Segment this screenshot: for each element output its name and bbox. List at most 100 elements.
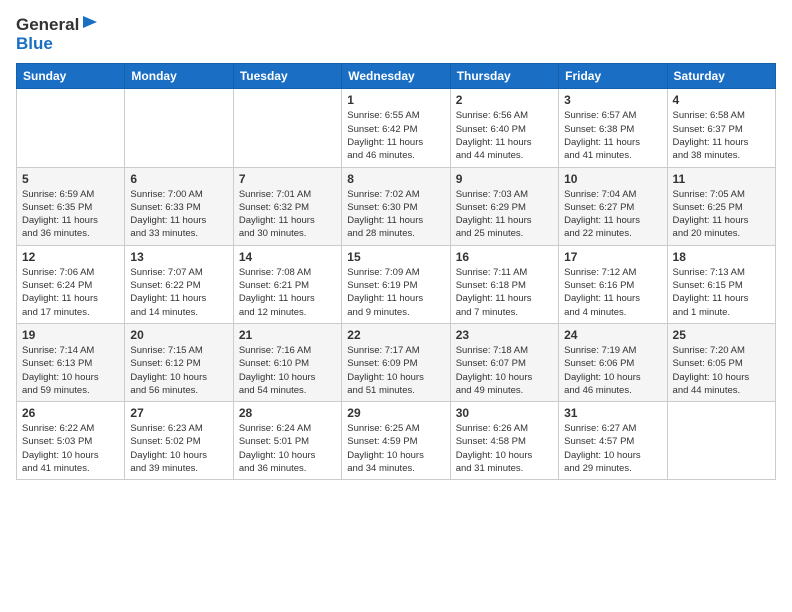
calendar-week-row: 12 Sunrise: 7:06 AM Sunset: 6:24 PM Dayli… xyxy=(17,245,776,323)
day-info: Sunrise: 7:20 AM Sunset: 6:05 PM Dayligh… xyxy=(673,344,770,397)
calendar-day-cell: 22 Sunrise: 7:17 AM Sunset: 6:09 PM Dayli… xyxy=(342,323,450,401)
day-number: 18 xyxy=(673,250,770,264)
calendar-day-cell: 5Sunrise: 6:59 AM Sunset: 6:35 PM Daylig… xyxy=(17,167,125,245)
calendar-day-cell: 10 Sunrise: 7:04 AM Sunset: 6:27 PM Dayli… xyxy=(559,167,667,245)
calendar-day-header: Thursday xyxy=(450,64,558,89)
calendar-day-cell: 12 Sunrise: 7:06 AM Sunset: 6:24 PM Dayli… xyxy=(17,245,125,323)
calendar-day-cell: 3Sunrise: 6:57 AM Sunset: 6:38 PM Daylig… xyxy=(559,89,667,167)
day-number: 22 xyxy=(347,328,444,342)
logo-general-text: General xyxy=(16,16,79,35)
calendar-day-cell: 23Sunrise: 7:18 AM Sunset: 6:07 PM Dayli… xyxy=(450,323,558,401)
calendar-day-cell: 1 Sunrise: 6:55 AM Sunset: 6:42 PM Daylig… xyxy=(342,89,450,167)
day-number: 9 xyxy=(456,172,553,186)
calendar-day-cell xyxy=(667,402,775,480)
calendar-day-cell: 4 Sunrise: 6:58 AM Sunset: 6:37 PM Daylig… xyxy=(667,89,775,167)
day-number: 19 xyxy=(22,328,119,342)
day-info: Sunrise: 6:22 AM Sunset: 5:03 PM Dayligh… xyxy=(22,422,119,475)
day-info: Sunrise: 6:56 AM Sunset: 6:40 PM Dayligh… xyxy=(456,109,553,162)
day-number: 27 xyxy=(130,406,227,420)
day-info: Sunrise: 6:55 AM Sunset: 6:42 PM Dayligh… xyxy=(347,109,444,162)
day-number: 11 xyxy=(673,172,770,186)
day-number: 21 xyxy=(239,328,336,342)
day-info: Sunrise: 7:07 AM Sunset: 6:22 PM Dayligh… xyxy=(130,266,227,319)
day-info: Sunrise: 6:23 AM Sunset: 5:02 PM Dayligh… xyxy=(130,422,227,475)
day-number: 4 xyxy=(673,93,770,107)
calendar-day-cell xyxy=(125,89,233,167)
day-number: 1 xyxy=(347,93,444,107)
calendar-day-header: Saturday xyxy=(667,64,775,89)
day-info: Sunrise: 7:08 AM Sunset: 6:21 PM Dayligh… xyxy=(239,266,336,319)
calendar-day-header: Monday xyxy=(125,64,233,89)
day-number: 8 xyxy=(347,172,444,186)
day-info: Sunrise: 7:11 AM Sunset: 6:18 PM Dayligh… xyxy=(456,266,553,319)
logo-blue-text: Blue xyxy=(16,35,53,54)
day-info: Sunrise: 7:18 AM Sunset: 6:07 PM Dayligh… xyxy=(456,344,553,397)
calendar-day-cell: 30Sunrise: 6:26 AM Sunset: 4:58 PM Dayli… xyxy=(450,402,558,480)
calendar-week-row: 26 Sunrise: 6:22 AM Sunset: 5:03 PM Dayli… xyxy=(17,402,776,480)
day-info: Sunrise: 7:04 AM Sunset: 6:27 PM Dayligh… xyxy=(564,188,661,241)
calendar-day-cell: 11 Sunrise: 7:05 AM Sunset: 6:25 PM Dayli… xyxy=(667,167,775,245)
day-number: 26 xyxy=(22,406,119,420)
calendar-day-cell: 16 Sunrise: 7:11 AM Sunset: 6:18 PM Dayli… xyxy=(450,245,558,323)
day-info: Sunrise: 6:25 AM Sunset: 4:59 PM Dayligh… xyxy=(347,422,444,475)
day-info: Sunrise: 7:12 AM Sunset: 6:16 PM Dayligh… xyxy=(564,266,661,319)
day-number: 13 xyxy=(130,250,227,264)
calendar-week-row: 19 Sunrise: 7:14 AM Sunset: 6:13 PM Dayli… xyxy=(17,323,776,401)
day-info: Sunrise: 6:24 AM Sunset: 5:01 PM Dayligh… xyxy=(239,422,336,475)
calendar-day-cell xyxy=(233,89,341,167)
day-info: Sunrise: 6:57 AM Sunset: 6:38 PM Dayligh… xyxy=(564,109,661,162)
day-number: 6 xyxy=(130,172,227,186)
logo: General Blue xyxy=(16,16,99,53)
day-info: Sunrise: 6:59 AM Sunset: 6:35 PM Dayligh… xyxy=(22,188,119,241)
calendar-day-header: Sunday xyxy=(17,64,125,89)
calendar-day-cell: 27 Sunrise: 6:23 AM Sunset: 5:02 PM Dayli… xyxy=(125,402,233,480)
day-info: Sunrise: 7:05 AM Sunset: 6:25 PM Dayligh… xyxy=(673,188,770,241)
calendar-day-header: Tuesday xyxy=(233,64,341,89)
day-number: 31 xyxy=(564,406,661,420)
day-info: Sunrise: 6:26 AM Sunset: 4:58 PM Dayligh… xyxy=(456,422,553,475)
calendar-day-cell: 7Sunrise: 7:01 AM Sunset: 6:32 PM Daylig… xyxy=(233,167,341,245)
logo-flag-icon xyxy=(81,14,99,32)
day-info: Sunrise: 7:15 AM Sunset: 6:12 PM Dayligh… xyxy=(130,344,227,397)
page-header: General Blue xyxy=(16,16,776,53)
day-number: 16 xyxy=(456,250,553,264)
day-number: 15 xyxy=(347,250,444,264)
calendar-week-row: 1 Sunrise: 6:55 AM Sunset: 6:42 PM Daylig… xyxy=(17,89,776,167)
day-info: Sunrise: 7:00 AM Sunset: 6:33 PM Dayligh… xyxy=(130,188,227,241)
calendar-day-cell xyxy=(17,89,125,167)
day-number: 10 xyxy=(564,172,661,186)
day-info: Sunrise: 7:16 AM Sunset: 6:10 PM Dayligh… xyxy=(239,344,336,397)
calendar-day-cell: 9 Sunrise: 7:03 AM Sunset: 6:29 PM Daylig… xyxy=(450,167,558,245)
day-info: Sunrise: 6:27 AM Sunset: 4:57 PM Dayligh… xyxy=(564,422,661,475)
calendar-day-header: Wednesday xyxy=(342,64,450,89)
calendar-day-cell: 2 Sunrise: 6:56 AM Sunset: 6:40 PM Daylig… xyxy=(450,89,558,167)
calendar-day-cell: 19 Sunrise: 7:14 AM Sunset: 6:13 PM Dayli… xyxy=(17,323,125,401)
day-number: 14 xyxy=(239,250,336,264)
day-number: 17 xyxy=(564,250,661,264)
calendar-day-cell: 20 Sunrise: 7:15 AM Sunset: 6:12 PM Dayli… xyxy=(125,323,233,401)
day-info: Sunrise: 7:14 AM Sunset: 6:13 PM Dayligh… xyxy=(22,344,119,397)
calendar-day-cell: 14 Sunrise: 7:08 AM Sunset: 6:21 PM Dayli… xyxy=(233,245,341,323)
day-info: Sunrise: 7:06 AM Sunset: 6:24 PM Dayligh… xyxy=(22,266,119,319)
calendar-week-row: 5Sunrise: 6:59 AM Sunset: 6:35 PM Daylig… xyxy=(17,167,776,245)
calendar-day-cell: 31 Sunrise: 6:27 AM Sunset: 4:57 PM Dayli… xyxy=(559,402,667,480)
day-number: 28 xyxy=(239,406,336,420)
day-info: Sunrise: 7:02 AM Sunset: 6:30 PM Dayligh… xyxy=(347,188,444,241)
day-info: Sunrise: 7:19 AM Sunset: 6:06 PM Dayligh… xyxy=(564,344,661,397)
calendar-day-cell: 6 Sunrise: 7:00 AM Sunset: 6:33 PM Daylig… xyxy=(125,167,233,245)
calendar-day-header: Friday xyxy=(559,64,667,89)
calendar-day-cell: 18Sunrise: 7:13 AM Sunset: 6:15 PM Dayli… xyxy=(667,245,775,323)
day-info: Sunrise: 7:03 AM Sunset: 6:29 PM Dayligh… xyxy=(456,188,553,241)
calendar-day-cell: 13 Sunrise: 7:07 AM Sunset: 6:22 PM Dayli… xyxy=(125,245,233,323)
calendar-day-cell: 17 Sunrise: 7:12 AM Sunset: 6:16 PM Dayli… xyxy=(559,245,667,323)
calendar-day-cell: 26 Sunrise: 6:22 AM Sunset: 5:03 PM Dayli… xyxy=(17,402,125,480)
day-info: Sunrise: 7:17 AM Sunset: 6:09 PM Dayligh… xyxy=(347,344,444,397)
day-number: 20 xyxy=(130,328,227,342)
day-info: Sunrise: 7:09 AM Sunset: 6:19 PM Dayligh… xyxy=(347,266,444,319)
day-info: Sunrise: 7:01 AM Sunset: 6:32 PM Dayligh… xyxy=(239,188,336,241)
calendar-day-cell: 25Sunrise: 7:20 AM Sunset: 6:05 PM Dayli… xyxy=(667,323,775,401)
day-number: 12 xyxy=(22,250,119,264)
day-info: Sunrise: 6:58 AM Sunset: 6:37 PM Dayligh… xyxy=(673,109,770,162)
day-number: 2 xyxy=(456,93,553,107)
day-number: 29 xyxy=(347,406,444,420)
